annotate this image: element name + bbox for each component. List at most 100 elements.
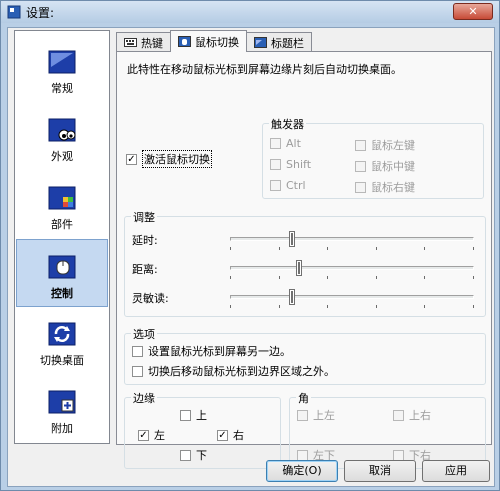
group-title: 选项: [131, 326, 157, 342]
checkbox-box[interactable]: [270, 159, 281, 170]
appearance-icon: [48, 118, 76, 142]
sidebar-item-components[interactable]: 部件: [16, 171, 108, 239]
delay-slider-thumb[interactable]: [290, 232, 294, 246]
delay-slider[interactable]: [230, 232, 474, 246]
sidebar-item-general[interactable]: 常规: [16, 35, 108, 103]
trigger-ctrl-checkbox[interactable]: Ctrl: [270, 179, 306, 192]
distance-ticks: [230, 276, 474, 279]
trigger-middle-button-checkbox[interactable]: 鼠标中键: [355, 158, 415, 174]
sidebar-item-control[interactable]: 控制: [16, 239, 108, 307]
slider-tick: [279, 276, 280, 279]
checkbox-label: 上: [196, 409, 207, 422]
checkbox-box[interactable]: [270, 138, 281, 149]
edge-left-checkbox[interactable]: ✓ 左: [138, 427, 165, 443]
checkbox-box[interactable]: [355, 139, 366, 151]
tab-titlebar[interactable]: 标题栏: [246, 32, 312, 52]
sidebar-item-switch-desktop[interactable]: 切换桌面: [16, 307, 108, 375]
checkbox-label: 设置鼠标光标到屏幕另一边。: [148, 345, 291, 358]
checkbox-box[interactable]: [393, 409, 404, 421]
components-icon: [48, 186, 76, 210]
checkbox-label: Shift: [286, 158, 312, 171]
trigger-right-button-checkbox[interactable]: 鼠标右键: [355, 179, 415, 195]
checkbox-label: 鼠标中键: [371, 160, 415, 173]
checkbox-label: 左: [154, 429, 165, 442]
activate-mouse-switch-checkbox[interactable]: ✓ 激活鼠标切换: [126, 150, 212, 168]
sensitivity-slider[interactable]: [230, 290, 474, 304]
category-sidebar: 常规 外观 部件 控制 切换桌面 附加: [14, 30, 110, 444]
titlebar-icon: [254, 37, 267, 48]
edge-bottom-checkbox[interactable]: 下: [180, 447, 207, 463]
checkbox-box[interactable]: [180, 409, 191, 421]
checkbox-box[interactable]: [355, 160, 366, 172]
app-icon: [7, 5, 21, 19]
cancel-button[interactable]: 取消: [344, 460, 416, 482]
tab-label: 标题栏: [271, 36, 304, 50]
slider-tick: [376, 305, 377, 308]
group-title: 触发器: [269, 116, 306, 132]
title-bar[interactable]: 设置: ✕: [1, 1, 499, 23]
checkbox-box[interactable]: ✓: [126, 153, 137, 165]
adjust-group: 调整 延时: 距离: 灵敏读:: [124, 209, 486, 317]
trigger-left-button-checkbox[interactable]: 鼠标左键: [355, 137, 415, 153]
sidebar-item-label: 外观: [51, 150, 73, 163]
addon-icon: [48, 390, 76, 414]
checkbox-box[interactable]: [297, 449, 308, 461]
checkbox-box[interactable]: [270, 180, 281, 191]
sidebar-item-label: 常规: [51, 82, 73, 95]
group-title: 边缘: [131, 390, 157, 406]
corner-top-left-checkbox[interactable]: 上左: [297, 407, 335, 423]
slider-tick: [424, 276, 425, 279]
edge-right-checkbox[interactable]: ✓ 右: [217, 427, 244, 443]
sensitivity-ticks: [230, 305, 474, 308]
options-group: 选项 设置鼠标光标到屏幕另一边。 切换后移动鼠标光标到边界区域之外。: [124, 326, 486, 385]
corner-top-right-checkbox[interactable]: 上右: [393, 407, 431, 423]
checkbox-box[interactable]: [393, 449, 404, 461]
edge-top-checkbox[interactable]: 上: [180, 407, 207, 423]
sensitivity-slider-thumb[interactable]: [290, 290, 294, 304]
checkbox-box[interactable]: [132, 345, 143, 357]
slider-tick: [424, 247, 425, 250]
switch-desktop-icon: [48, 322, 76, 346]
trigger-group: 触发器 Alt Shift Ctrl 鼠标左键 鼠标中键 鼠标右键: [262, 116, 484, 199]
group-title: 角: [296, 390, 311, 406]
checkbox-box[interactable]: [132, 365, 143, 377]
ok-button[interactable]: 确定(O): [266, 460, 338, 482]
settings-window: 设置: ✕ 常规 外观 部件 控制 切换桌面 附加 热键 鼠标切换 标题栏 此特…: [0, 0, 500, 491]
close-button[interactable]: ✕: [453, 3, 493, 20]
slider-tick: [279, 305, 280, 308]
apply-button[interactable]: 应用: [422, 460, 490, 482]
trigger-shift-checkbox[interactable]: Shift: [270, 158, 311, 171]
slider-tick: [424, 305, 425, 308]
checkbox-label: 右: [233, 429, 244, 442]
checkbox-box[interactable]: [180, 449, 191, 461]
group-title: 调整: [131, 209, 157, 225]
corners-group: 角 上左 上右 左下 下右: [289, 390, 486, 469]
slider-tick: [327, 305, 328, 308]
slider-tick: [473, 276, 474, 279]
window-title: 设置:: [26, 5, 55, 20]
checkbox-box[interactable]: ✓: [138, 429, 149, 441]
sidebar-item-appearance[interactable]: 外观: [16, 103, 108, 171]
sidebar-item-addon[interactable]: 附加: [16, 375, 108, 443]
move-cursor-outside-checkbox[interactable]: 切换后移动鼠标光标到边界区域之外。: [132, 363, 335, 379]
checkbox-box[interactable]: ✓: [217, 429, 228, 441]
distance-label: 距离:: [132, 263, 158, 276]
checkbox-label: 上右: [409, 409, 431, 422]
general-icon: [48, 50, 76, 74]
tab-mouse-switch[interactable]: 鼠标切换: [170, 30, 247, 52]
trigger-alt-checkbox[interactable]: Alt: [270, 137, 301, 150]
checkbox-box[interactable]: [297, 409, 308, 421]
move-cursor-other-side-checkbox[interactable]: 设置鼠标光标到屏幕另一边。: [132, 343, 291, 359]
checkbox-box[interactable]: [355, 181, 366, 193]
checkbox-label: 鼠标右键: [371, 181, 415, 194]
keyboard-icon: [124, 38, 137, 47]
tab-hotkeys[interactable]: 热键: [116, 32, 171, 52]
distance-slider-thumb[interactable]: [297, 261, 301, 275]
distance-slider[interactable]: [230, 261, 474, 275]
edges-group: 边缘 上 ✓ 左 ✓ 右 下: [124, 390, 281, 469]
slider-tick: [230, 276, 231, 279]
slider-tick: [327, 247, 328, 250]
activate-label: 激活鼠标切换: [142, 150, 212, 168]
slider-tick: [473, 247, 474, 250]
sidebar-item-label: 切换桌面: [40, 354, 84, 367]
